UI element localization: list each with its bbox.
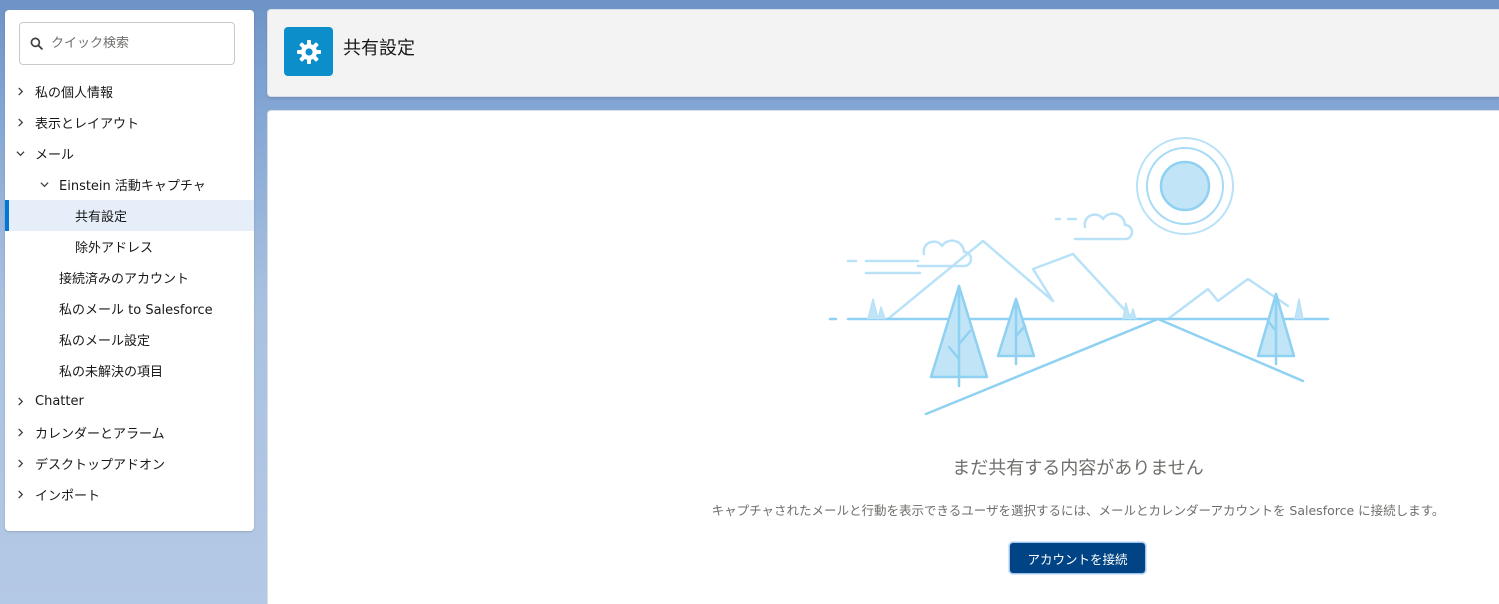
main-content-card: まだ共有する内容がありません キャプチャされたメールと行動を表示できるユーザを選…: [267, 110, 1499, 604]
sidebar-item-label: 表示とレイアウト: [35, 117, 140, 132]
setup-sidebar: 私の個人情報表示とレイアウトメール Einstein 活動キャプチャ共有設定除外ア…: [5, 10, 254, 531]
chevron-down-icon[interactable]: [39, 180, 49, 190]
chevron-right-icon[interactable]: [15, 459, 25, 469]
search-icon: [30, 37, 43, 50]
chevron-right-icon[interactable]: [15, 490, 25, 500]
sidebar-item[interactable]: 私のメール設定: [5, 324, 254, 355]
connect-account-button[interactable]: アカウントを接続: [1009, 542, 1146, 574]
sidebar-item-label: Chatter: [35, 394, 84, 409]
sidebar-item[interactable]: 共有設定: [5, 200, 254, 231]
sidebar-item[interactable]: カレンダーとアラーム: [5, 417, 254, 448]
setup-nav-tree: 私の個人情報表示とレイアウト メール Einstein 活動キャプチャ共有設定除外ア…: [5, 76, 254, 510]
sidebar-item[interactable]: 私の個人情報: [5, 76, 254, 107]
sidebar-item-label: Einstein 活動キャプチャ: [59, 179, 206, 194]
chevron-right-icon[interactable]: [15, 118, 25, 128]
page-header: 共有設定: [267, 9, 1499, 97]
header-icon-tile: [284, 27, 333, 76]
empty-state-title: まだ共有する内容がありません: [952, 458, 1204, 479]
sidebar-item[interactable]: デスクトップアドオン: [5, 448, 254, 479]
quick-search-box[interactable]: [19, 22, 235, 65]
quick-search-input[interactable]: [51, 36, 211, 51]
sidebar-item[interactable]: インポート: [5, 479, 254, 510]
page-title: 共有設定: [343, 38, 415, 59]
sidebar-item[interactable]: Einstein 活動キャプチャ: [5, 169, 254, 200]
sidebar-item-label: 共有設定: [75, 210, 128, 225]
gear-icon: [296, 39, 321, 64]
sidebar-item[interactable]: 接続済みのアカウント: [5, 262, 254, 293]
sidebar-item[interactable]: 除外アドレス: [5, 231, 254, 262]
sidebar-item-label: インポート: [35, 489, 101, 504]
sidebar-item[interactable]: 私のメール to Salesforce: [5, 293, 254, 324]
sidebar-item-label: カレンダーとアラーム: [35, 427, 165, 442]
sidebar-item-label: メール: [35, 148, 75, 163]
sidebar-item-label: 私のメール設定: [59, 334, 151, 349]
sidebar-item-label: 私の個人情報: [35, 86, 114, 101]
sidebar-item-label: 接続済みのアカウント: [59, 272, 190, 287]
sidebar-item-label: 私の未解決の項目: [59, 365, 164, 380]
chevron-right-icon[interactable]: [15, 87, 25, 97]
sidebar-item[interactable]: Chatter: [5, 386, 254, 417]
sidebar-item[interactable]: 表示とレイアウト: [5, 107, 254, 138]
sidebar-item-label: 除外アドレス: [75, 241, 154, 256]
empty-state-description: キャプチャされたメールと行動を表示できるユーザを選択するには、メールとカレンダー…: [711, 503, 1445, 518]
chevron-right-icon[interactable]: [15, 428, 25, 438]
empty-state-illustration: [828, 137, 1330, 416]
chevron-right-icon[interactable]: [15, 397, 25, 407]
chevron-down-icon[interactable]: [15, 149, 25, 159]
sidebar-item[interactable]: 私の未解決の項目: [5, 355, 254, 386]
sidebar-item[interactable]: メール: [5, 138, 254, 169]
sidebar-item-label: デスクトップアドオン: [35, 458, 166, 473]
sidebar-item-label: 私のメール to Salesforce: [59, 303, 213, 318]
